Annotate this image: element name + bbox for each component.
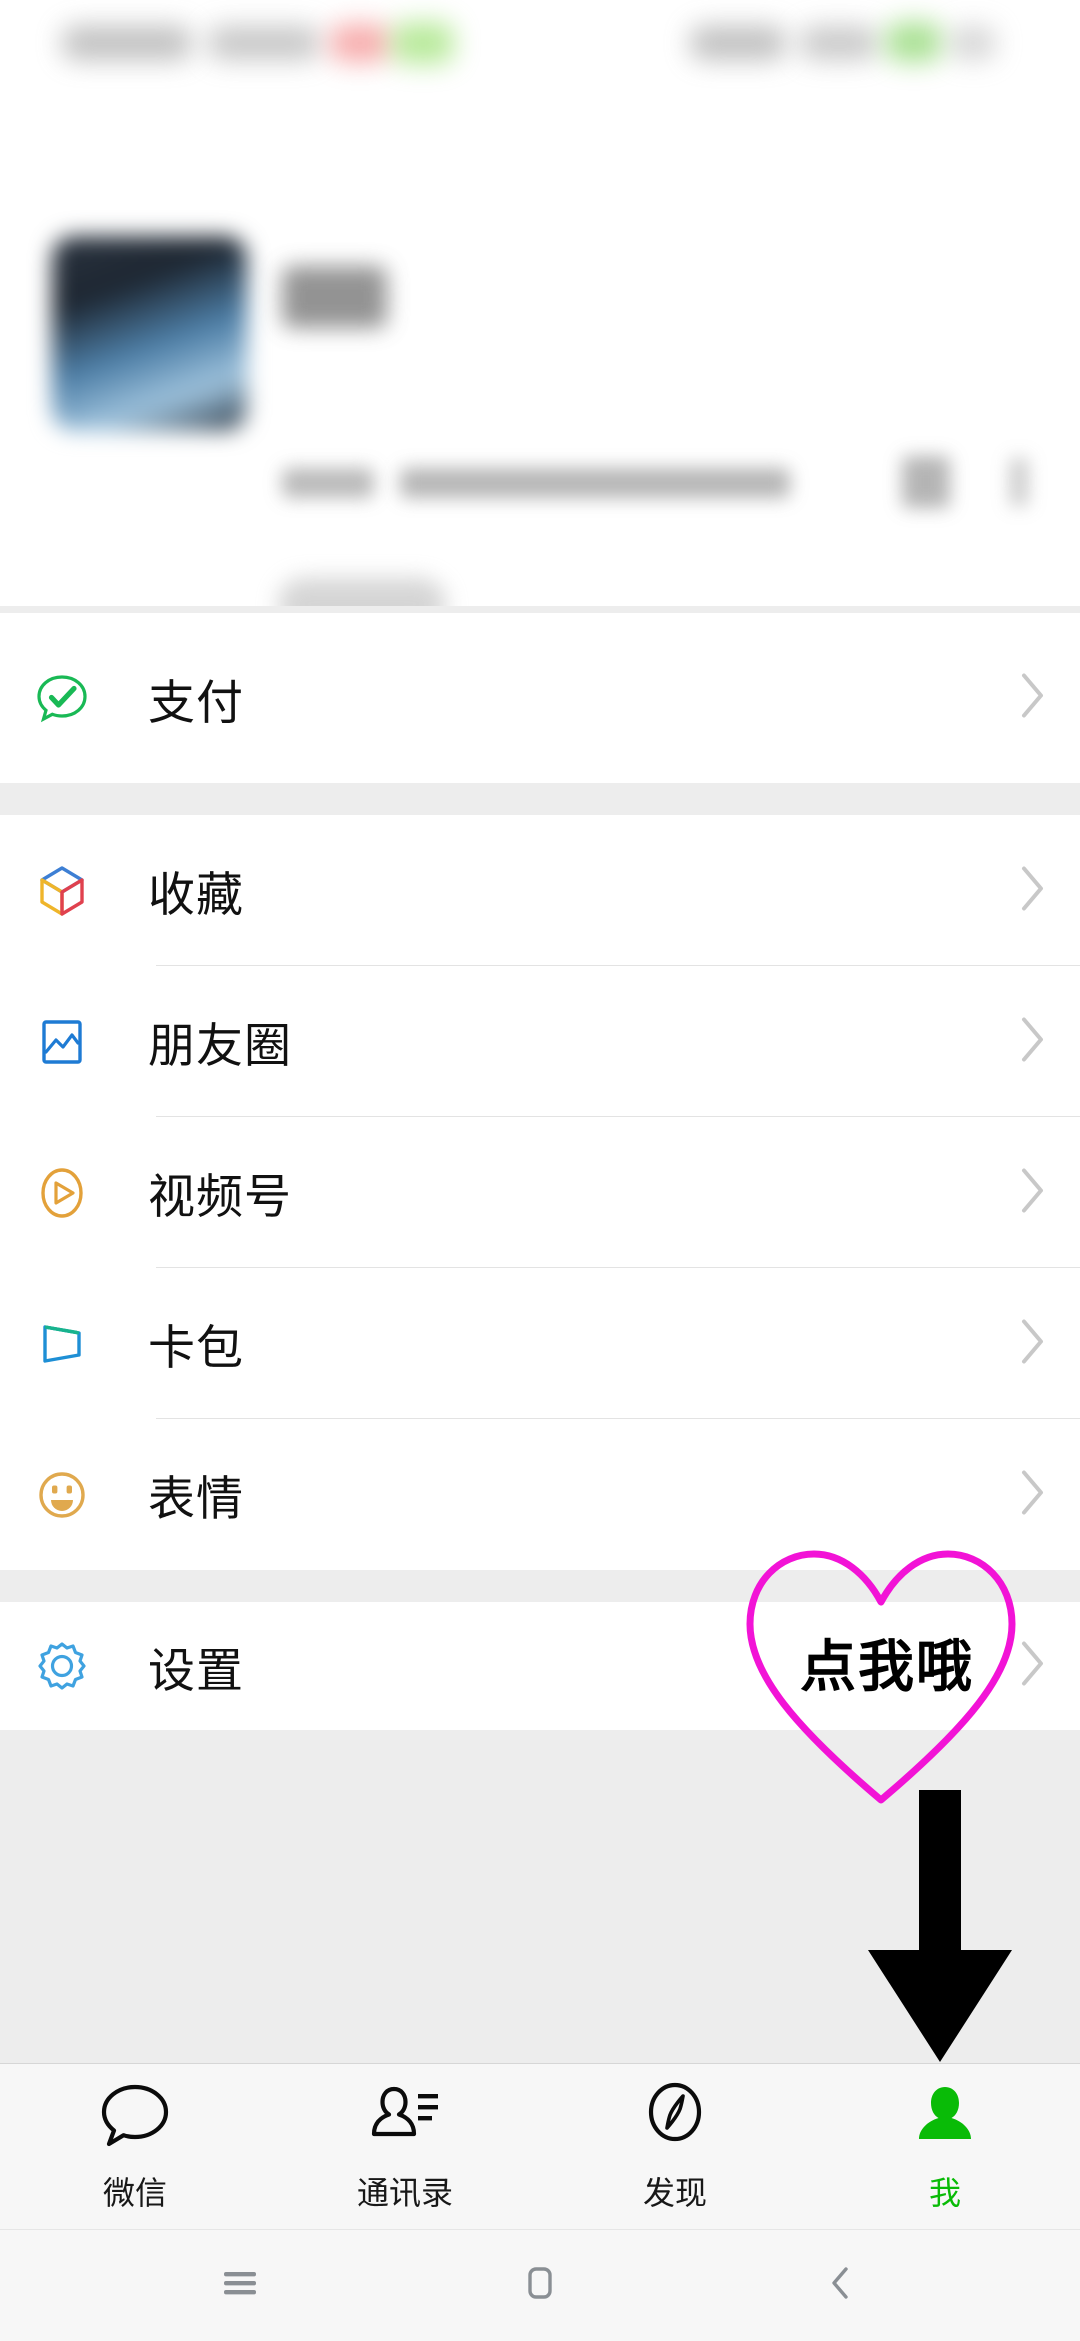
avatar[interactable] <box>52 236 247 431</box>
chevron-right-icon <box>1020 1468 1046 1521</box>
home-button[interactable] <box>390 2257 690 2314</box>
tab-contacts[interactable]: 通讯录 <box>270 2064 540 2230</box>
menu-group-pay: 支付 <box>0 613 1080 783</box>
status-bar-battery-pct-blurred <box>950 26 996 60</box>
moments-photo-icon <box>30 1010 94 1074</box>
menu-item-label: 支付 <box>148 664 244 733</box>
recents-button[interactable] <box>90 2257 390 2314</box>
menu-item-channels[interactable]: 视频号 <box>0 1117 1080 1268</box>
menu-item-favorites[interactable]: 收藏 <box>0 815 1080 966</box>
back-button[interactable] <box>690 2257 990 2314</box>
pay-icon <box>30 666 94 730</box>
profile-header[interactable] <box>0 96 1080 606</box>
settings-gear-icon <box>30 1634 94 1698</box>
chevron-right-icon <box>1010 458 1028 506</box>
chevron-right-icon <box>1020 1640 1046 1693</box>
contacts-icon <box>368 2081 442 2156</box>
cards-wallet-icon <box>30 1312 94 1376</box>
channels-play-icon <box>30 1161 94 1225</box>
menu-item-label: 表情 <box>148 1460 244 1529</box>
status-bar-icon-green-blurred <box>392 22 454 64</box>
section-gap <box>0 1570 1080 1602</box>
chevron-right-icon <box>1020 864 1046 917</box>
menu-item-label: 视频号 <box>148 1158 292 1227</box>
status-bar-wifi-blurred <box>208 26 320 60</box>
status-bar-signal-blurred <box>800 26 878 60</box>
chevron-right-icon <box>1020 1317 1046 1370</box>
menu-item-moments[interactable]: 朋友圈 <box>0 966 1080 1117</box>
down-arrow-annotation <box>860 1790 1020 2070</box>
menu-lines-icon <box>214 2257 266 2314</box>
status-bar-icon-red-blurred <box>330 24 390 62</box>
menu-item-cards[interactable]: 卡包 <box>0 1268 1080 1419</box>
stickers-smiley-icon <box>30 1463 94 1527</box>
menu-item-stickers[interactable]: 表情 <box>0 1419 1080 1570</box>
chevron-right-icon <box>1020 1166 1046 1219</box>
chevron-left-icon <box>814 2257 866 2314</box>
person-me-icon <box>908 2081 982 2156</box>
status-bar <box>0 0 1080 96</box>
profile-name-blurred <box>282 266 387 328</box>
chevron-right-icon <box>1020 1015 1046 1068</box>
bottom-tab-bar: 微信 通讯录 发现 <box>0 2063 1080 2230</box>
tab-label: 微信 <box>103 2168 167 2214</box>
home-square-icon <box>514 2257 566 2314</box>
menu-item-label: 收藏 <box>148 856 244 925</box>
heart-annotation-text: 点我哦 <box>772 1622 1002 1703</box>
profile-wechat-id-label-blurred <box>282 468 374 498</box>
status-bar-battery-blurred <box>886 22 942 62</box>
chat-bubble-icon <box>98 2081 172 2156</box>
menu-item-label: 设置 <box>148 1632 244 1701</box>
tab-label: 我 <box>929 2168 961 2214</box>
profile-wechat-id-value-blurred <box>400 468 790 498</box>
system-navigation-bar <box>0 2229 1080 2341</box>
tab-me[interactable]: 我 <box>810 2064 1080 2230</box>
menu-item-label: 卡包 <box>148 1309 244 1378</box>
menu-group-main: 收藏 朋友圈 <box>0 815 1080 1570</box>
tab-wechat[interactable]: 微信 <box>0 2064 270 2230</box>
phone-screen: 支付 收藏 <box>0 0 1080 2340</box>
status-bar-time-blurred <box>690 26 786 60</box>
tab-label: 通讯录 <box>357 2168 453 2214</box>
favorites-cube-icon <box>30 859 94 923</box>
tab-label: 发现 <box>643 2168 707 2214</box>
menu-item-pay[interactable]: 支付 <box>0 613 1080 783</box>
qr-code-icon[interactable] <box>902 456 950 508</box>
section-gap <box>0 783 1080 815</box>
tab-discover[interactable]: 发现 <box>540 2064 810 2230</box>
section-gap <box>0 606 1080 613</box>
menu-item-label: 朋友圈 <box>148 1007 292 1076</box>
chevron-right-icon <box>1020 672 1046 725</box>
status-bar-carrier-blurred <box>62 26 192 60</box>
compass-discover-icon <box>638 2081 712 2156</box>
